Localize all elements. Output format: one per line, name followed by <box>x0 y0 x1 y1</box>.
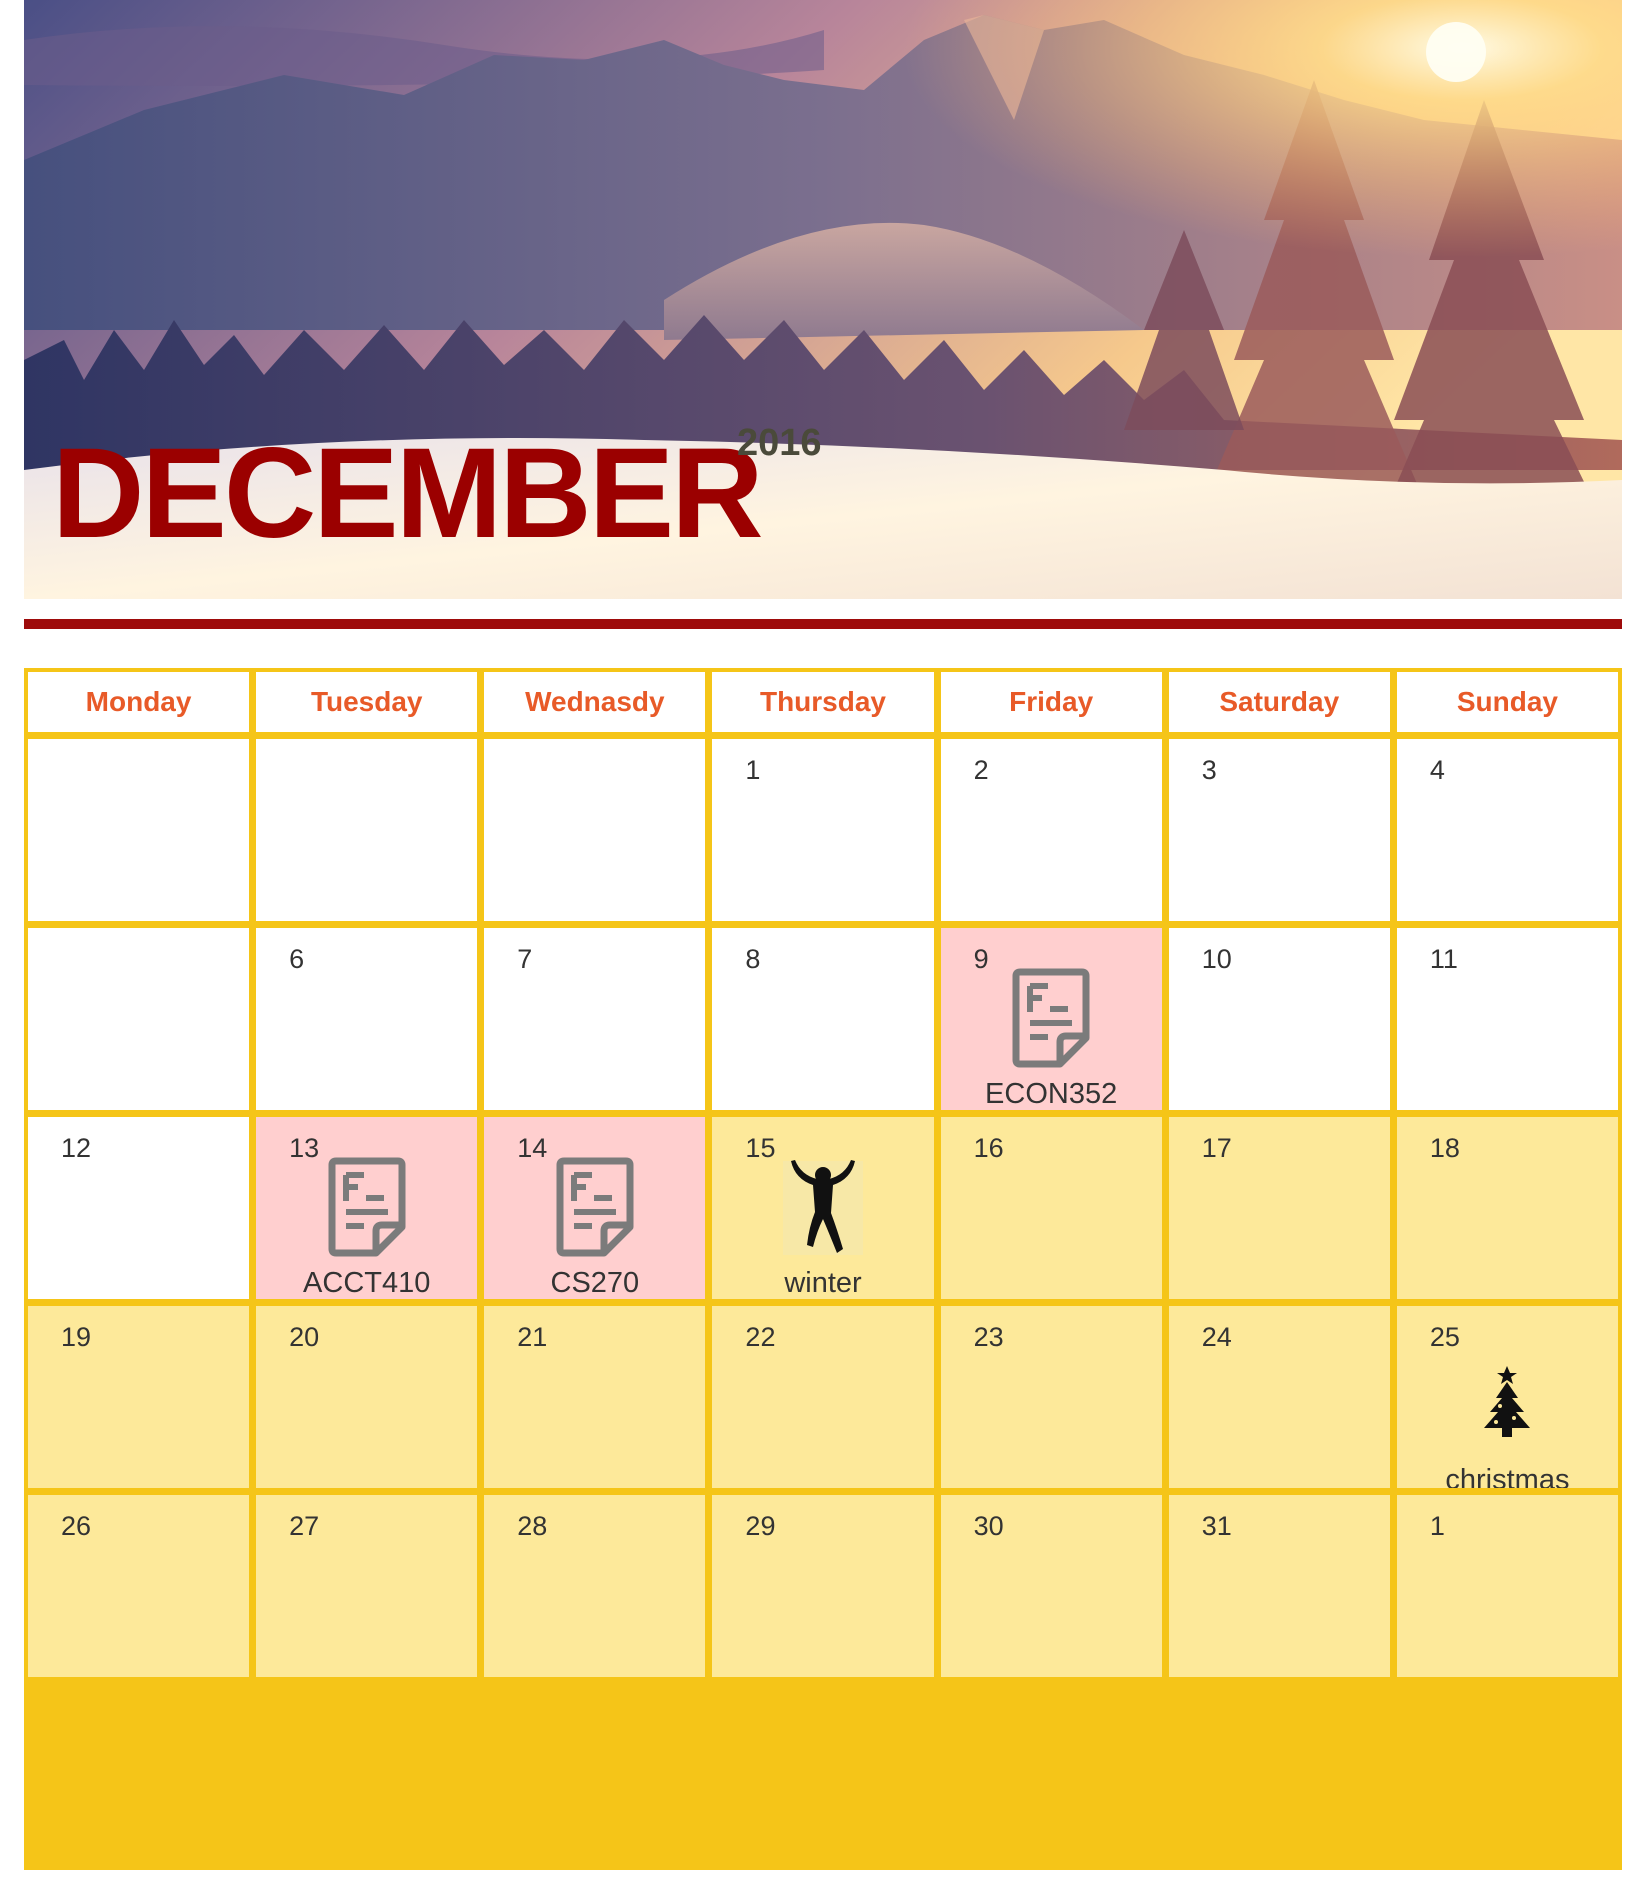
document-icon <box>328 1157 406 1262</box>
day-cell-tuesday: 13ACCT410 Final <box>256 1117 478 1299</box>
date-number: 30 <box>973 1511 1004 1541</box>
day-cell-thursday: 8 <box>712 928 934 1110</box>
day-cell-saturday: 3 <box>1168 739 1390 921</box>
day-cell-tuesday: 20 <box>256 1306 478 1488</box>
date-number: 3 <box>1201 755 1217 785</box>
calendar-event: winter break <box>712 1157 933 1299</box>
event-label: CS270 Final <box>550 1267 640 1299</box>
date-number: 11 <box>1429 944 1458 974</box>
date-number: 28 <box>517 1511 548 1541</box>
day-cell-monday: 26 <box>28 1495 250 1677</box>
day-cell-tuesday: 27 <box>256 1495 478 1677</box>
jumping-person-icon <box>775 1157 871 1262</box>
day-cell-saturday: 17 <box>1168 1117 1390 1299</box>
day-cell-thursday: 22 <box>712 1306 934 1488</box>
document-icon <box>1012 968 1090 1073</box>
document-icon <box>556 1157 634 1262</box>
calendar-grid: Monday Tuesday Wednasdy Thursday Friday … <box>24 668 1622 1870</box>
day-cell-saturday: 10 <box>1168 928 1390 1110</box>
weekday-header-thursday: Thursday <box>712 672 934 732</box>
day-cell-friday: 16 <box>940 1117 1162 1299</box>
day-cell-wednesday: 21 <box>484 1306 706 1488</box>
month-title: DECEMBER <box>52 422 763 565</box>
date-number: 21 <box>517 1322 548 1352</box>
date-number: 18 <box>1429 1133 1460 1163</box>
date-number: 10 <box>1201 944 1232 974</box>
calendar-event: ECON352 Final <box>941 968 1162 1110</box>
day-cell-wednesday: 14CS270 Final <box>484 1117 706 1299</box>
event-label: ACCT410 Final <box>303 1267 431 1299</box>
calendar-event: CS270 Final <box>484 1157 705 1299</box>
date-number: 4 <box>1429 755 1445 785</box>
day-cell-thursday: 1 <box>712 739 934 921</box>
weekday-header-friday: Friday <box>940 672 1162 732</box>
weekday-header-tuesday: Tuesday <box>256 672 478 732</box>
date-number: 16 <box>973 1133 1004 1163</box>
day-cell-friday: 23 <box>940 1306 1162 1488</box>
day-cell-wednesday <box>484 739 706 921</box>
day-cell-sunday: 1 <box>1396 1495 1618 1677</box>
year-label: 2016 <box>737 422 822 464</box>
date-number: 31 <box>1201 1511 1232 1541</box>
weekday-header-sunday: Sunday <box>1396 672 1618 732</box>
day-cell-monday <box>28 928 250 1110</box>
header-banner: DECEMBER 2016 <box>24 0 1622 599</box>
day-cell-sunday: 25 christmas <box>1396 1306 1618 1488</box>
day-cell-wednesday: 7 <box>484 928 706 1110</box>
day-cell-saturday: 24 <box>1168 1306 1390 1488</box>
christmas-tree-icon <box>1478 1366 1536 1449</box>
date-number: 23 <box>973 1322 1004 1352</box>
day-cell-monday: 12 <box>28 1117 250 1299</box>
date-number: 24 <box>1201 1322 1232 1352</box>
date-number: 17 <box>1201 1133 1232 1163</box>
day-cell-monday: 19 <box>28 1306 250 1488</box>
day-cell-monday <box>28 739 250 921</box>
event-label: ECON352 Final <box>985 1078 1118 1110</box>
calendar-event: christmas <box>1397 1366 1618 1488</box>
date-number: 19 <box>61 1322 92 1352</box>
weekday-header-wednesday: Wednasdy <box>484 672 706 732</box>
day-cell-sunday: 11 <box>1396 928 1618 1110</box>
day-cell-wednesday: 28 <box>484 1495 706 1677</box>
date-number: 25 <box>1429 1322 1460 1352</box>
date-number: 8 <box>745 944 761 974</box>
date-number: 27 <box>289 1511 320 1541</box>
day-cell-thursday: 29 <box>712 1495 934 1677</box>
date-number: 12 <box>61 1133 92 1163</box>
day-cell-friday: 2 <box>940 739 1162 921</box>
date-number: 1 <box>745 755 761 785</box>
day-cell-saturday: 31 <box>1168 1495 1390 1677</box>
day-cell-sunday: 4 <box>1396 739 1618 921</box>
day-cell-thursday: 15winter break <box>712 1117 934 1299</box>
date-number: 29 <box>745 1511 776 1541</box>
calendar-event: ACCT410 Final <box>256 1157 477 1299</box>
day-cell-friday: 9ECON352 Final <box>940 928 1162 1110</box>
date-number: 20 <box>289 1322 320 1352</box>
weekday-header-monday: Monday <box>28 672 250 732</box>
day-cell-sunday: 18 <box>1396 1117 1618 1299</box>
event-label: christmas <box>1445 1464 1570 1488</box>
date-number: 22 <box>745 1322 776 1352</box>
date-number: 26 <box>61 1511 92 1541</box>
date-number: 6 <box>289 944 305 974</box>
date-number: 2 <box>973 755 989 785</box>
day-cell-friday: 30 <box>940 1495 1162 1677</box>
date-number: 1 <box>1429 1511 1445 1541</box>
day-cell-tuesday <box>256 739 478 921</box>
day-cell-tuesday: 6 <box>256 928 478 1110</box>
event-label: winter break <box>784 1267 862 1299</box>
weekday-header-saturday: Saturday <box>1168 672 1390 732</box>
date-number: 7 <box>517 944 533 974</box>
header-divider <box>24 619 1622 629</box>
